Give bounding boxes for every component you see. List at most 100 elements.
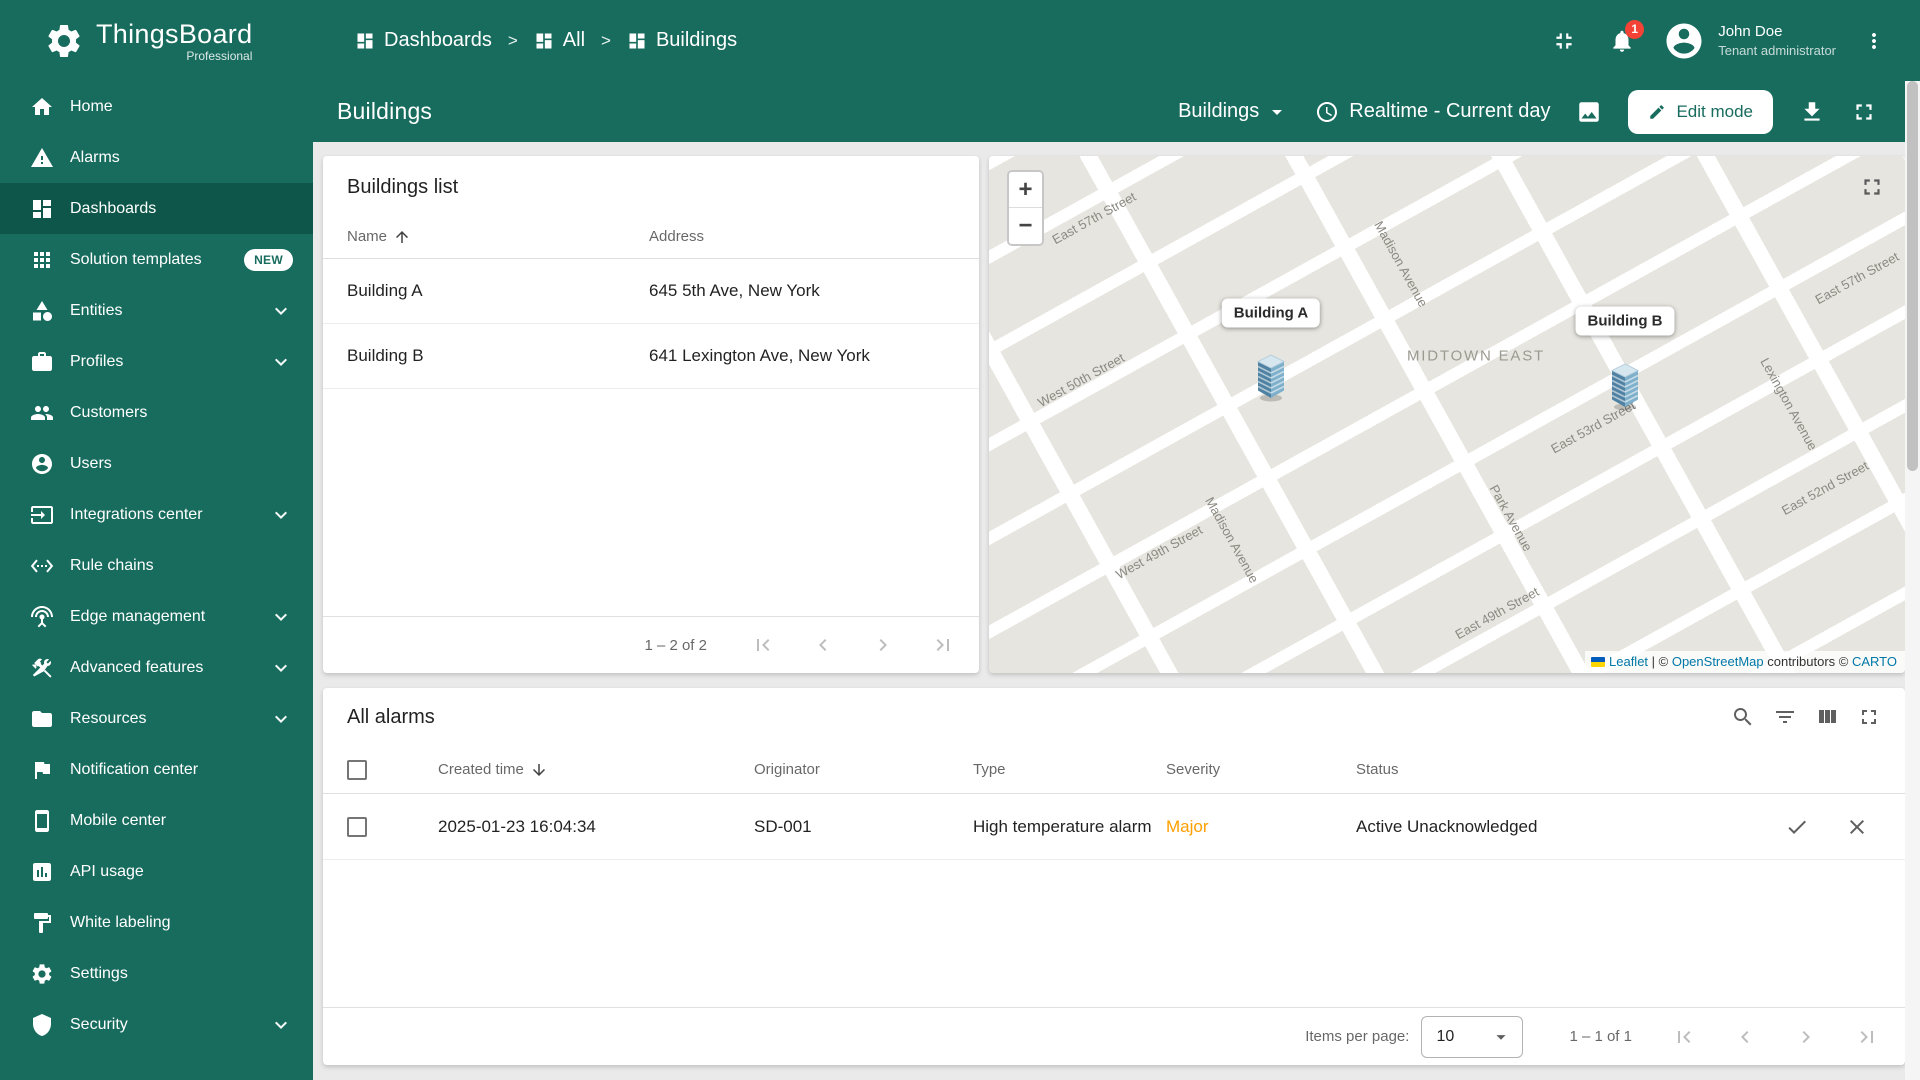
app-logo[interactable]: ThingsBoard Professional xyxy=(0,19,313,63)
sidebar-item-customers[interactable]: Customers xyxy=(0,387,313,438)
sidebar-item-home[interactable]: Home xyxy=(0,81,313,132)
search-icon[interactable] xyxy=(1731,705,1755,729)
carto-link[interactable]: CARTO xyxy=(1852,654,1897,669)
avatar[interactable] xyxy=(1663,20,1705,62)
sidebar-item-label: Profiles xyxy=(70,352,124,370)
paint-icon xyxy=(30,911,54,935)
first-page-button[interactable] xyxy=(1672,1025,1696,1049)
chevron-down-icon xyxy=(269,350,293,374)
breadcrumb-item-dashboards[interactable]: Dashboards xyxy=(355,29,492,52)
row-checkbox[interactable] xyxy=(347,816,367,837)
sidebar-item-label: Customers xyxy=(70,403,148,421)
building-marker-icon[interactable] xyxy=(1253,354,1289,402)
filter-icon[interactable] xyxy=(1773,705,1797,729)
antenna-icon xyxy=(30,605,54,629)
map-marker-label[interactable]: Building A xyxy=(1221,298,1321,328)
last-page-button[interactable] xyxy=(931,633,955,657)
sidebar-item-solution-templates[interactable]: Solution templates NEW xyxy=(0,234,313,285)
select-all-checkbox[interactable] xyxy=(347,759,367,780)
page-scrollbar[interactable] xyxy=(1905,81,1920,1080)
sidebar-item-dashboards[interactable]: Dashboards xyxy=(0,183,313,234)
sidebar-item-mobile-center[interactable]: Mobile center xyxy=(0,795,313,846)
sidebar-item-entities[interactable]: Entities xyxy=(0,285,313,336)
user-info[interactable]: John Doe Tenant administrator xyxy=(1718,23,1836,58)
columns-icon[interactable] xyxy=(1815,705,1839,729)
buildings-table-body: Building A 645 5th Ave, New York Building … xyxy=(323,259,979,389)
sidebar: Home Alarms Dashboards Solution templates NE… xyxy=(0,81,313,1080)
sidebar-item-settings[interactable]: Settings xyxy=(0,948,313,999)
column-created-time[interactable]: Created time xyxy=(438,761,524,778)
breadcrumb-item-all[interactable]: All xyxy=(534,29,585,52)
previous-page-button[interactable] xyxy=(1733,1025,1757,1049)
osm-link[interactable]: OpenStreetMap xyxy=(1672,654,1764,669)
sidebar-item-profiles[interactable]: Profiles xyxy=(0,336,313,387)
download-icon[interactable] xyxy=(1799,99,1825,125)
fullscreen-icon[interactable] xyxy=(1851,99,1877,125)
table-row[interactable]: Building A 645 5th Ave, New York xyxy=(323,259,979,324)
column-severity[interactable]: Severity xyxy=(1166,761,1356,778)
leaflet-link[interactable]: Leaflet xyxy=(1609,654,1648,669)
sidebar-item-security[interactable]: Security xyxy=(0,999,313,1050)
sidebar-item-label: Advanced features xyxy=(70,658,204,676)
zoom-in-button[interactable]: + xyxy=(1009,172,1042,208)
sidebar-item-rule-chains[interactable]: Rule chains xyxy=(0,540,313,591)
column-address[interactable]: Address xyxy=(649,228,704,245)
sidebar-item-label: Edge management xyxy=(70,607,206,625)
sidebar-item-label: Alarms xyxy=(70,148,120,166)
clear-alarm-icon[interactable] xyxy=(1845,815,1869,839)
collapse-view-icon[interactable] xyxy=(1551,28,1577,54)
sidebar-item-integrations-center[interactable]: Integrations center xyxy=(0,489,313,540)
category-icon xyxy=(30,299,54,323)
chart-icon xyxy=(30,860,54,884)
image-gallery-icon[interactable] xyxy=(1576,99,1602,125)
map-fullscreen-icon[interactable] xyxy=(1859,174,1885,200)
table-row[interactable]: Building B 641 Lexington Ave, New York xyxy=(323,324,979,389)
kebab-menu-icon[interactable] xyxy=(1862,29,1886,53)
scrollbar-thumb[interactable] xyxy=(1907,81,1918,471)
breadcrumb-item-buildings[interactable]: Buildings xyxy=(627,29,737,52)
column-name[interactable]: Name xyxy=(347,228,387,245)
header-actions: 1 John Doe Tenant administrator xyxy=(1551,19,1920,62)
sidebar-item-edge-management[interactable]: Edge management xyxy=(0,591,313,642)
first-page-button[interactable] xyxy=(751,633,775,657)
next-page-button[interactable] xyxy=(1794,1025,1818,1049)
sidebar-item-users[interactable]: Users xyxy=(0,438,313,489)
alarms-fullscreen-icon[interactable] xyxy=(1857,705,1881,729)
sidebar-item-white-labeling[interactable]: White labeling xyxy=(0,897,313,948)
sort-desc-icon[interactable] xyxy=(530,761,548,779)
briefcase-icon xyxy=(30,350,54,374)
column-type[interactable]: Type xyxy=(973,761,1166,778)
sort-asc-icon[interactable] xyxy=(393,228,411,246)
last-page-button[interactable] xyxy=(1855,1025,1879,1049)
items-per-page-select[interactable]: 10 xyxy=(1421,1015,1524,1058)
dashboards-icon xyxy=(30,197,54,221)
edit-mode-button[interactable]: Edit mode xyxy=(1628,89,1773,134)
notifications-bell-icon[interactable]: 1 xyxy=(1609,19,1645,54)
timewindow-button[interactable]: Realtime - Current day xyxy=(1315,100,1550,124)
map-street-grid[interactable] xyxy=(989,156,1905,673)
map-marker-label[interactable]: Building B xyxy=(1575,306,1675,336)
sidebar-item-advanced-features[interactable]: Advanced features xyxy=(0,642,313,693)
column-originator[interactable]: Originator xyxy=(754,761,973,778)
building-marker-icon[interactable] xyxy=(1607,363,1643,411)
dashboard-state-select[interactable]: Buildings xyxy=(1178,100,1289,124)
gear-icon xyxy=(30,962,54,986)
ethernet-icon xyxy=(30,554,54,578)
sidebar-item-api-usage[interactable]: API usage xyxy=(0,846,313,897)
sidebar-item-notification-center[interactable]: Notification center xyxy=(0,744,313,795)
user-role: Tenant administrator xyxy=(1718,43,1836,58)
dashboard-canvas: Buildings list Name Address Building A 64… xyxy=(313,142,1905,1080)
pagination-range: 1 – 1 of 1 xyxy=(1569,1028,1632,1045)
sidebar-item-label: Notification center xyxy=(70,760,199,778)
zoom-out-button[interactable]: − xyxy=(1009,208,1042,244)
acknowledge-icon[interactable] xyxy=(1785,815,1809,839)
chevron-down-icon xyxy=(269,1013,293,1037)
next-page-button[interactable] xyxy=(871,633,895,657)
previous-page-button[interactable] xyxy=(811,633,835,657)
column-status[interactable]: Status xyxy=(1356,761,1881,778)
sidebar-item-resources[interactable]: Resources xyxy=(0,693,313,744)
caret-down-icon xyxy=(1490,1026,1512,1048)
account-icon xyxy=(30,452,54,476)
alarm-row[interactable]: 2025-01-23 16:04:34 SD-001 High temperatur… xyxy=(323,794,1905,860)
sidebar-item-alarms[interactable]: Alarms xyxy=(0,132,313,183)
